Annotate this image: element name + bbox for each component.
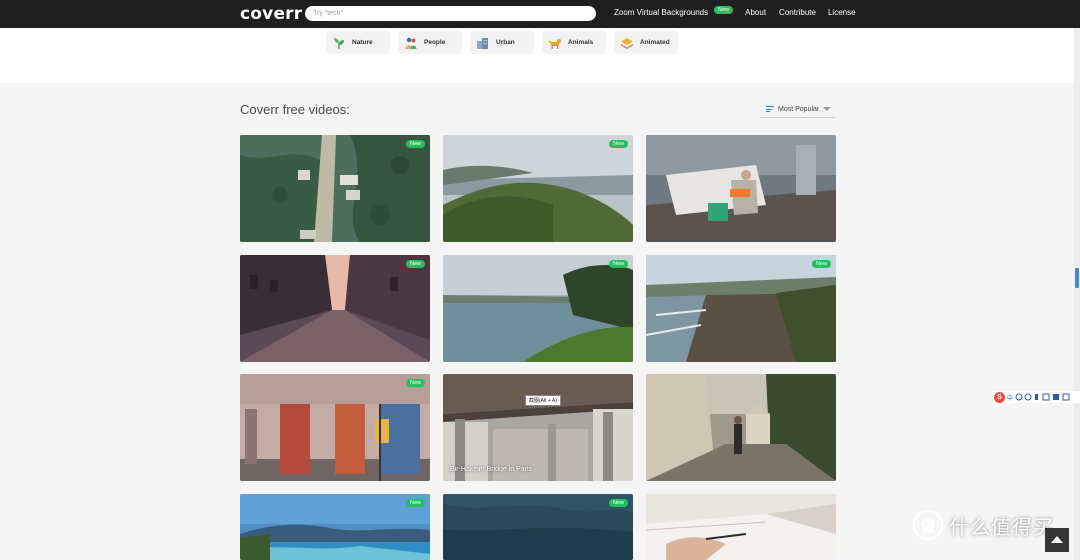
- video-thumbnail: [646, 374, 836, 481]
- category-label: People: [424, 39, 446, 46]
- video-thumbnail: [646, 135, 836, 242]
- nav-link-about[interactable]: About: [745, 8, 766, 17]
- video-tile[interactable]: New: [443, 255, 633, 362]
- nav-link-zoom-backgrounds[interactable]: Zoom Virtual Backgrounds: [614, 8, 708, 17]
- category-label: Animals: [568, 39, 594, 46]
- nav-links: Zoom Virtual Backgrounds New About Contr…: [614, 5, 856, 17]
- category-animals[interactable]: Animals: [542, 31, 606, 54]
- video-tile[interactable]: [646, 135, 836, 242]
- video-thumbnail: [443, 255, 633, 362]
- video-tile[interactable]: New: [240, 374, 430, 481]
- sort-icon: [766, 106, 774, 112]
- category-strip: Nature People Urban Animals Animated: [0, 28, 1074, 83]
- new-badge: New: [405, 379, 425, 387]
- nav-link-contribute[interactable]: Contribute: [779, 8, 816, 17]
- coverr-logo[interactable]: coverr: [240, 4, 302, 24]
- screenshot-tooltip: 截图(Alt + A): [525, 395, 561, 406]
- video-tile[interactable]: New: [443, 135, 633, 242]
- dog-icon: [548, 38, 562, 49]
- video-thumbnail: [646, 255, 836, 362]
- video-tile[interactable]: [646, 374, 836, 481]
- category-label: Nature: [352, 39, 373, 46]
- watermark-logo-icon: 值: [913, 510, 943, 540]
- video-caption: Bir-Hakeim Bridge in Paris: [450, 466, 533, 473]
- layers-icon: [621, 37, 633, 49]
- video-tile[interactable]: New: [240, 135, 430, 242]
- new-badge: New: [405, 260, 425, 268]
- smzdm-watermark: 值 什么值得买: [913, 510, 1054, 540]
- new-badge: New: [405, 140, 425, 148]
- top-navbar: coverr Zoom Virtual Backgrounds New Abou…: [0, 0, 1080, 28]
- section-title: Coverr free videos:: [240, 102, 350, 117]
- video-thumbnail: [443, 374, 633, 481]
- building-icon: [477, 37, 488, 49]
- video-thumbnail: [443, 135, 633, 242]
- video-tile[interactable]: New: [240, 255, 430, 362]
- sogou-logo-icon[interactable]: S: [994, 391, 1005, 403]
- category-label: Urban: [496, 39, 515, 46]
- video-thumbnail: [240, 494, 430, 560]
- vertical-scrollbar[interactable]: [1074, 28, 1080, 560]
- sort-dropdown[interactable]: Most Popular: [760, 101, 835, 118]
- sort-label: Most Popular: [778, 105, 820, 113]
- video-tile[interactable]: [646, 494, 836, 560]
- new-badge: New: [608, 260, 628, 268]
- scrollbar-thumb[interactable]: [1075, 268, 1079, 288]
- leaf-icon: [334, 37, 344, 49]
- search-input[interactable]: [305, 6, 596, 21]
- watermark-text: 什么值得买: [949, 514, 1054, 539]
- new-badge: New: [608, 499, 628, 507]
- video-tile[interactable]: 截图(Alt + A) Bir-Hakeim Bridge in Paris: [443, 374, 633, 481]
- new-badge: New: [811, 260, 831, 268]
- video-thumbnail: [240, 135, 430, 242]
- ime-toolbar: S 中: [993, 391, 1080, 403]
- new-badge: New: [405, 499, 425, 507]
- video-thumbnail: [646, 494, 836, 560]
- new-badge: New: [714, 5, 734, 14]
- category-nature[interactable]: Nature: [326, 31, 390, 54]
- chevron-down-icon: [823, 107, 832, 111]
- video-thumbnail: [240, 374, 430, 481]
- ime-tool-icons[interactable]: [1015, 393, 1075, 401]
- video-thumbnail: [443, 494, 633, 560]
- video-tile[interactable]: New: [443, 494, 633, 560]
- video-tile[interactable]: New: [646, 255, 836, 362]
- people-icon: [405, 37, 417, 49]
- ime-language-indicator[interactable]: 中: [1007, 393, 1013, 402]
- new-badge: New: [608, 140, 628, 148]
- category-label: Animated: [640, 39, 670, 46]
- nav-link-license[interactable]: License: [828, 8, 856, 17]
- category-urban[interactable]: Urban: [470, 31, 534, 54]
- category-people[interactable]: People: [398, 31, 462, 54]
- video-tile[interactable]: New: [240, 494, 430, 560]
- video-thumbnail: [240, 255, 430, 362]
- category-animated[interactable]: Animated: [614, 31, 678, 54]
- back-to-top-icon[interactable]: [1045, 528, 1069, 552]
